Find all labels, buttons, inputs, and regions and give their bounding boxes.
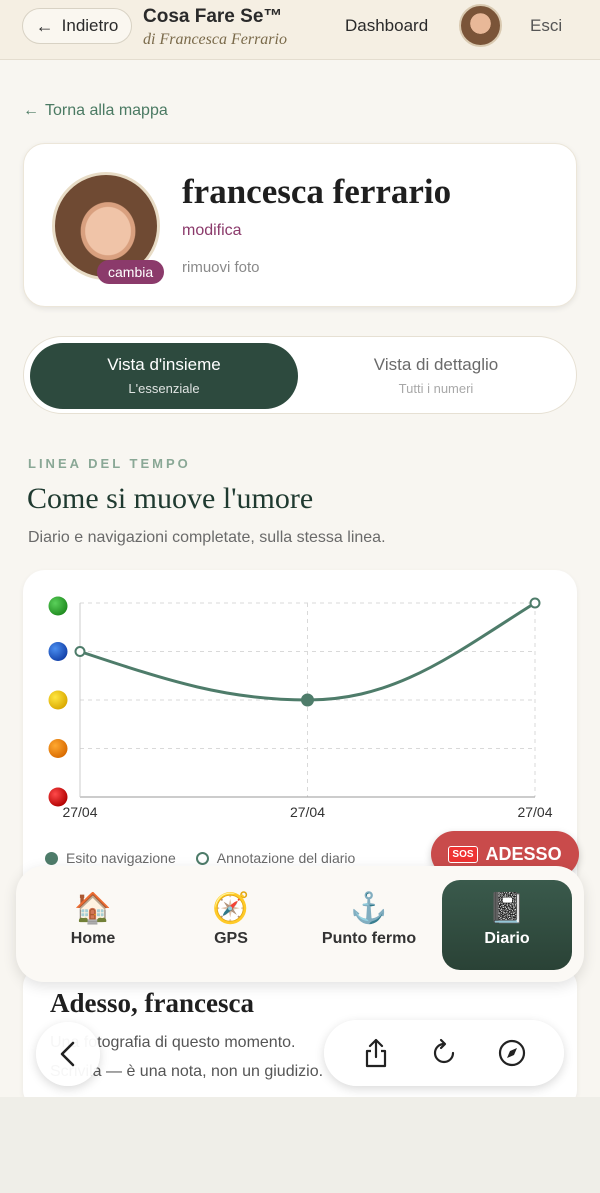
view-toggle-detail[interactable]: Vista di dettaglio Tutti i numeri xyxy=(302,343,570,409)
section-kicker: LINEA DEL TEMPO xyxy=(28,456,191,471)
back-button[interactable]: ← Indietro xyxy=(22,8,132,44)
x-tick-label: 27/04 xyxy=(517,804,552,820)
tab-label: Diario xyxy=(484,930,530,947)
mood-marker-orange xyxy=(48,739,68,758)
diary-point[interactable] xyxy=(74,646,86,657)
diary-point[interactable] xyxy=(529,597,541,609)
mood-marker-yellow xyxy=(48,690,68,710)
back-to-map-link[interactable]: ← Torna alla mappa xyxy=(23,102,168,120)
view-toggle-sub: Tutti i numeri xyxy=(398,381,474,396)
view-toggle-label: Vista d'insieme xyxy=(107,355,221,374)
compass-icon: 🧭 xyxy=(212,892,250,925)
back-to-map-label: Torna alla mappa xyxy=(45,102,168,119)
change-photo-button[interactable]: cambia xyxy=(97,260,165,284)
x-tick-label: 27/04 xyxy=(290,804,325,820)
back-label: Indietro xyxy=(61,16,119,35)
tab-anchor[interactable]: ⚓ Punto fermo xyxy=(304,880,434,970)
tab-label: Home xyxy=(70,930,116,947)
reload-icon xyxy=(433,1038,455,1064)
tab-label: GPS xyxy=(214,930,248,947)
avatar[interactable] xyxy=(459,4,502,47)
sos-icon: SOS xyxy=(448,845,478,863)
brand-title: Cosa Fare Se™ xyxy=(143,6,283,27)
remove-photo-link[interactable]: rimuovi foto xyxy=(182,259,260,276)
view-toggle: Vista d'insieme L'essenziale Vista di de… xyxy=(23,336,577,414)
filled-dot-icon xyxy=(45,851,58,865)
tab-bar: 🏠 Home 🧭 GPS ⚓ Punto fermo 📓 Diario xyxy=(16,866,584,982)
browser-back-button[interactable] xyxy=(36,1022,100,1086)
x-tick-label: 27/04 xyxy=(62,804,97,820)
tab-gps[interactable]: 🧭 GPS xyxy=(166,880,296,970)
profile-name: francesca ferrario xyxy=(182,172,452,211)
chevron-left-icon xyxy=(60,1041,75,1067)
anchor-icon: ⚓ xyxy=(350,892,388,925)
hollow-dot-icon xyxy=(195,851,209,865)
reload-button[interactable] xyxy=(426,1035,462,1071)
mood-marker-green xyxy=(48,596,68,616)
navigation-point[interactable] xyxy=(301,693,314,707)
arrow-left-icon: ← xyxy=(35,15,54,36)
tab-label: Punto fermo xyxy=(321,930,417,947)
browser-actions xyxy=(324,1020,564,1086)
view-toggle-label: Vista di dettaglio xyxy=(373,355,499,374)
arrow-left-icon: ← xyxy=(23,102,39,119)
now-card-title: Adesso, francesca xyxy=(50,988,254,1018)
legend-label: Esito navigazione xyxy=(66,850,176,866)
compass-icon xyxy=(498,1039,526,1067)
house-icon: 🏠 xyxy=(74,892,112,925)
legend-label: Annotazione del diario xyxy=(216,850,356,866)
section-title: Come si muove l'umore xyxy=(27,482,314,515)
tab-home[interactable]: 🏠 Home xyxy=(28,880,158,970)
view-toggle-sub: L'essenziale xyxy=(128,381,200,396)
compass-button[interactable] xyxy=(494,1035,530,1071)
mood-marker-blue xyxy=(48,642,68,661)
top-bar: ← Indietro Cosa Fare Se™ di Francesca Fe… xyxy=(0,0,600,60)
app-page: ← Indietro Cosa Fare Se™ di Francesca Fe… xyxy=(0,0,600,1097)
profile-card: cambia francesca ferrario modifica rimuo… xyxy=(23,143,577,307)
chart-legend: Esito navigazione Annotazione del diario xyxy=(45,850,355,866)
section-description: Diario e navigazioni completate, sulla s… xyxy=(28,529,386,546)
edit-name-link[interactable]: modifica xyxy=(182,222,242,240)
sos-label: ADESSO xyxy=(485,843,562,864)
nav-dashboard-link[interactable]: Dashboard xyxy=(345,16,428,36)
share-icon xyxy=(365,1038,387,1068)
logout-link[interactable]: Esci xyxy=(530,16,562,36)
view-toggle-overview[interactable]: Vista d'insieme L'essenziale xyxy=(30,343,298,409)
legend-item-diary: Annotazione del diario xyxy=(195,850,356,866)
brand-subtitle: di Francesca Ferrario xyxy=(143,31,287,48)
bottom-safe-area xyxy=(0,1097,600,1193)
legend-item-navigation: Esito navigazione xyxy=(45,850,176,866)
brand[interactable]: Cosa Fare Se™ di Francesca Ferrario xyxy=(143,6,287,49)
notebook-icon: 📓 xyxy=(488,892,526,925)
tab-diary[interactable]: 📓 Diario xyxy=(442,880,572,970)
share-button[interactable] xyxy=(358,1035,394,1071)
